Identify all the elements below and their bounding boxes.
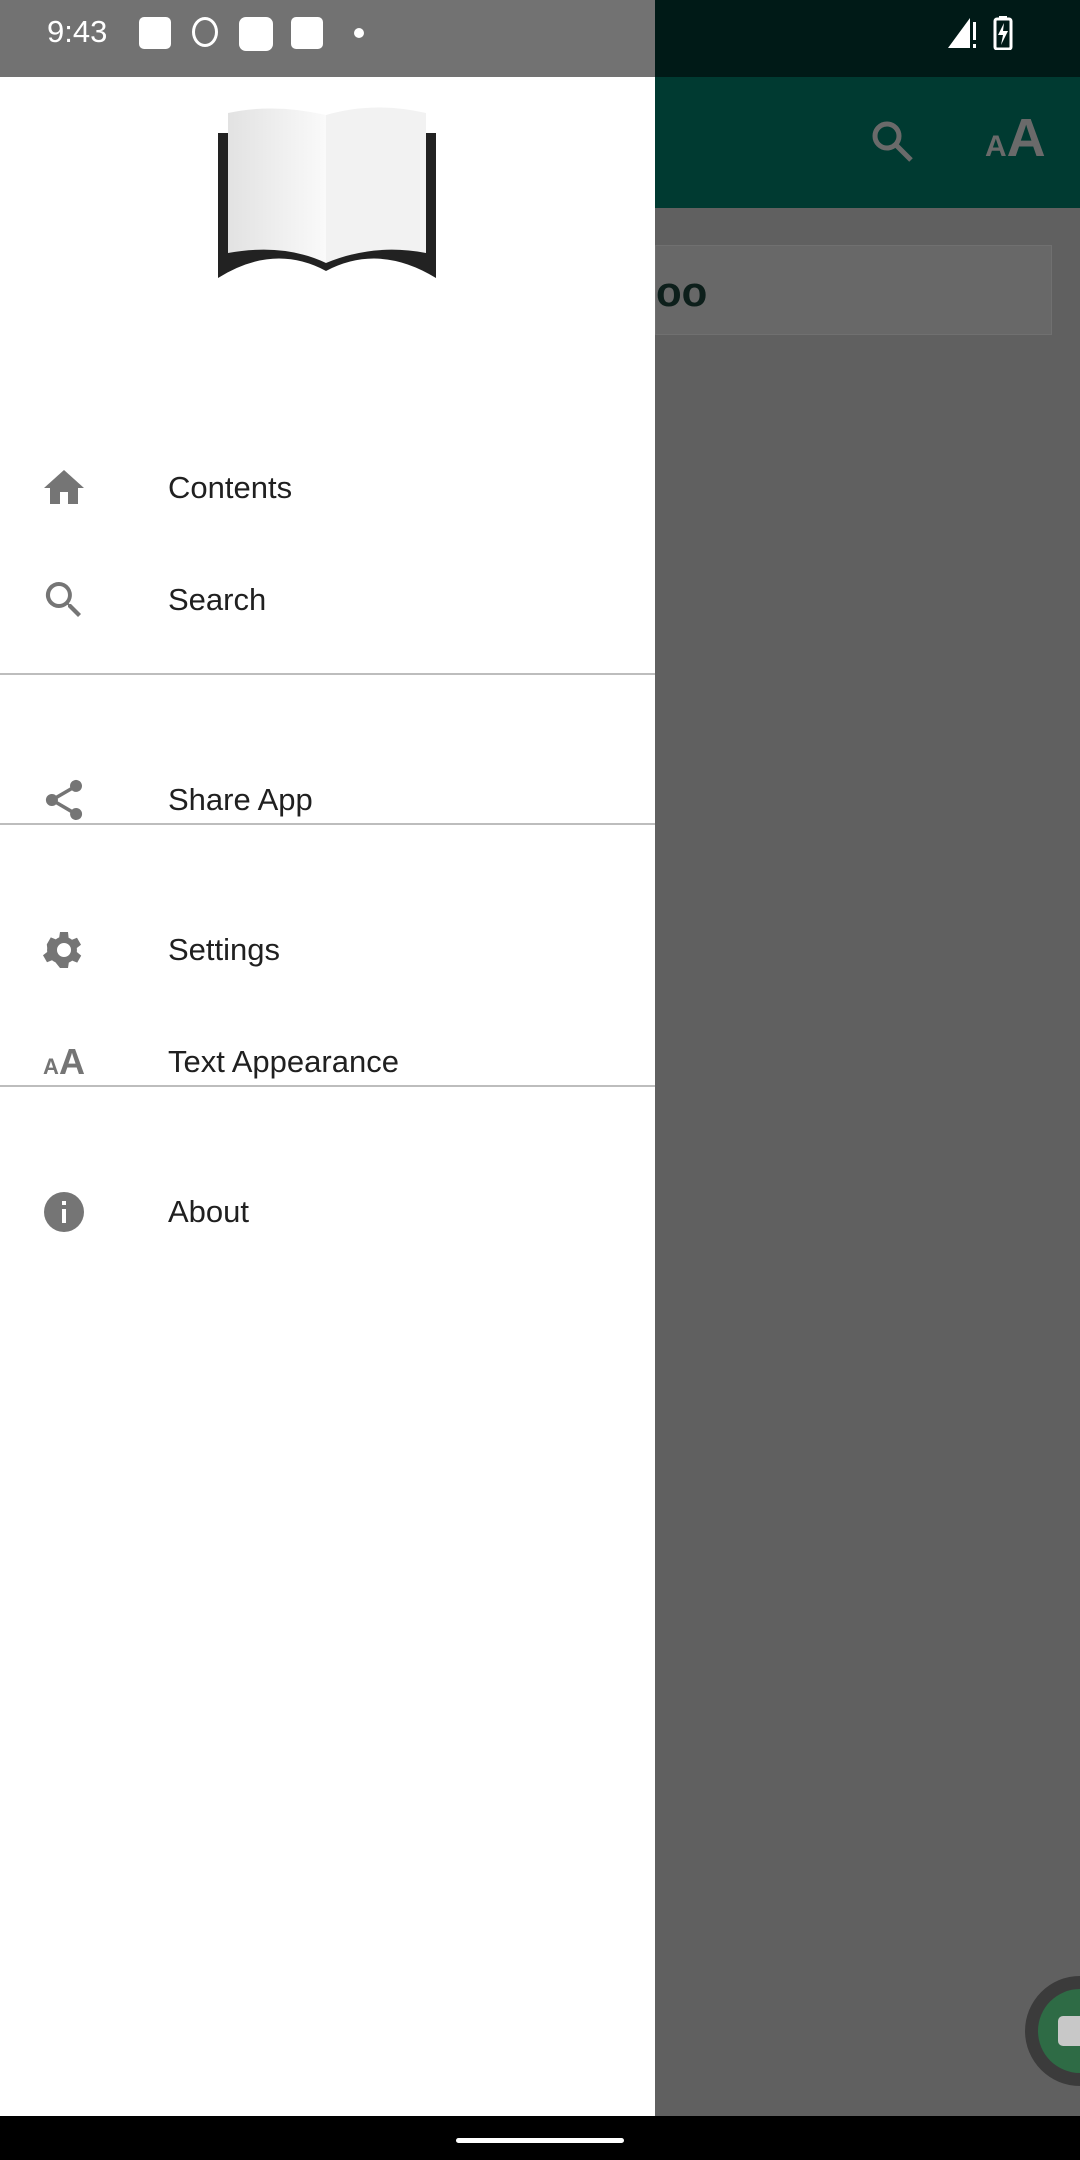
home-gesture-handle[interactable] [456, 2138, 624, 2143]
info-icon [44, 1192, 84, 1232]
drawer-item-search[interactable]: Search [0, 550, 655, 650]
gear-icon [43, 932, 82, 968]
signal-icon [948, 18, 976, 48]
content-area [655, 208, 1080, 2116]
status-time: 9:43 [47, 14, 108, 49]
search-icon[interactable] [870, 119, 916, 165]
drawer-item-label: Share App [168, 782, 313, 817]
divider [0, 1085, 655, 1087]
more-notifications-icon [354, 28, 364, 38]
card-title: oo [656, 268, 708, 315]
android-notification-icon [192, 17, 218, 47]
navigation-drawer: Contents Search Share App Settings AA Te… [0, 77, 655, 2116]
message-notification-icon [139, 17, 171, 49]
divider [0, 673, 655, 675]
book-logo [218, 107, 436, 278]
text-size-icon[interactable]: AA [985, 107, 1046, 169]
drawer-item-label: Text Appearance [168, 1044, 399, 1079]
drawer-item-label: Contents [168, 470, 293, 505]
drawer-item-settings[interactable]: Settings [0, 900, 655, 1000]
content-card[interactable]: oo [655, 245, 1052, 335]
drawer-item-label: Search [168, 582, 267, 617]
message-notification-icon [291, 17, 323, 49]
drawer-item-text-appearance[interactable]: AA Text Appearance [0, 1012, 655, 1112]
drawer-item-label: Settings [168, 932, 281, 967]
drawer-item-about[interactable]: About [0, 1162, 655, 1262]
wallet-icon [1058, 2016, 1080, 2046]
share-icon [45, 779, 83, 820]
navigation-bar [0, 2116, 1080, 2160]
status-bar: 9:43 [0, 0, 1080, 77]
battery-charging-icon [993, 16, 1013, 50]
drawer-item-label: About [168, 1194, 250, 1229]
app-bar: AA [655, 77, 1080, 208]
drawer-item-contents[interactable]: Contents [0, 438, 655, 538]
drawer-item-share-app[interactable]: Share App [0, 750, 655, 850]
divider [0, 823, 655, 825]
search-icon [45, 582, 81, 617]
text-size-icon: AA [43, 1041, 85, 1082]
home-icon [44, 470, 84, 504]
app-notification-icon [239, 17, 273, 51]
